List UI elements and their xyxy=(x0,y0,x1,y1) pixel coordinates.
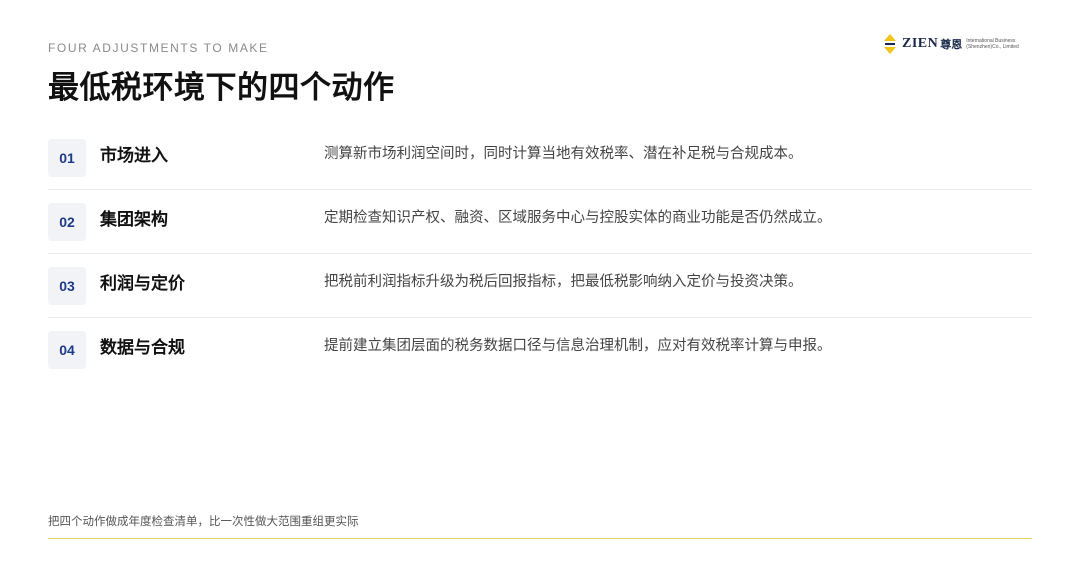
logo-wordmark: ZIEN xyxy=(902,36,939,51)
item-description: 定期检查知识产权、融资、区域服务中心与控股实体的商业功能是否仍然成立。 xyxy=(324,210,832,226)
item-description: 提前建立集团层面的税务数据口径与信息治理机制，应对有效税率计算与申报。 xyxy=(324,338,832,354)
footer-divider xyxy=(48,538,1032,539)
item-description: 把税前利润指标升级为税后回报指标，把最低税影响纳入定价与投资决策。 xyxy=(324,274,803,290)
item-title: 数据与合规 xyxy=(100,338,185,358)
logo-line-2: (Shenzhen)Co., Limited xyxy=(966,44,1019,50)
footer-note: 把四个动作做成年度检查清单，比一次性做大范围重组更实际 xyxy=(48,514,359,528)
logo-diamond-icon xyxy=(884,34,896,54)
item-number: 01 xyxy=(48,139,86,177)
adjustment-list: 01 市场进入 测算新市场利润空间时，同时计算当地有效税率、潜在补足税与合规成本… xyxy=(48,126,1032,381)
list-item: 04 数据与合规 提前建立集团层面的税务数据口径与信息治理机制，应对有效税率计算… xyxy=(48,318,1032,381)
item-title: 集团架构 xyxy=(100,210,168,230)
list-item: 01 市场进入 测算新市场利润空间时，同时计算当地有效税率、潜在补足税与合规成本… xyxy=(48,126,1032,190)
item-number: 02 xyxy=(48,203,86,241)
eyebrow-label: FOUR ADJUSTMENTS TO MAKE xyxy=(48,41,269,55)
page-title: 最低税环境下的四个动作 xyxy=(48,70,395,106)
list-item: 03 利润与定价 把税前利润指标升级为税后回报指标，把最低税影响纳入定价与投资决… xyxy=(48,254,1032,318)
item-number: 04 xyxy=(48,331,86,369)
logo-chinese: 尊恩 xyxy=(940,38,963,51)
item-description: 测算新市场利润空间时，同时计算当地有效税率、潜在补足税与合规成本。 xyxy=(324,146,803,162)
item-title: 市场进入 xyxy=(100,146,168,166)
item-title: 利润与定价 xyxy=(100,274,185,294)
logo-subtitle: International Business (Shenzhen)Co., Li… xyxy=(966,38,1019,50)
item-number: 03 xyxy=(48,267,86,305)
list-item: 02 集团架构 定期检查知识产权、融资、区域服务中心与控股实体的商业功能是否仍然… xyxy=(48,190,1032,254)
company-logo: ZIEN 尊恩 International Business (Shenzhen… xyxy=(882,33,1034,55)
